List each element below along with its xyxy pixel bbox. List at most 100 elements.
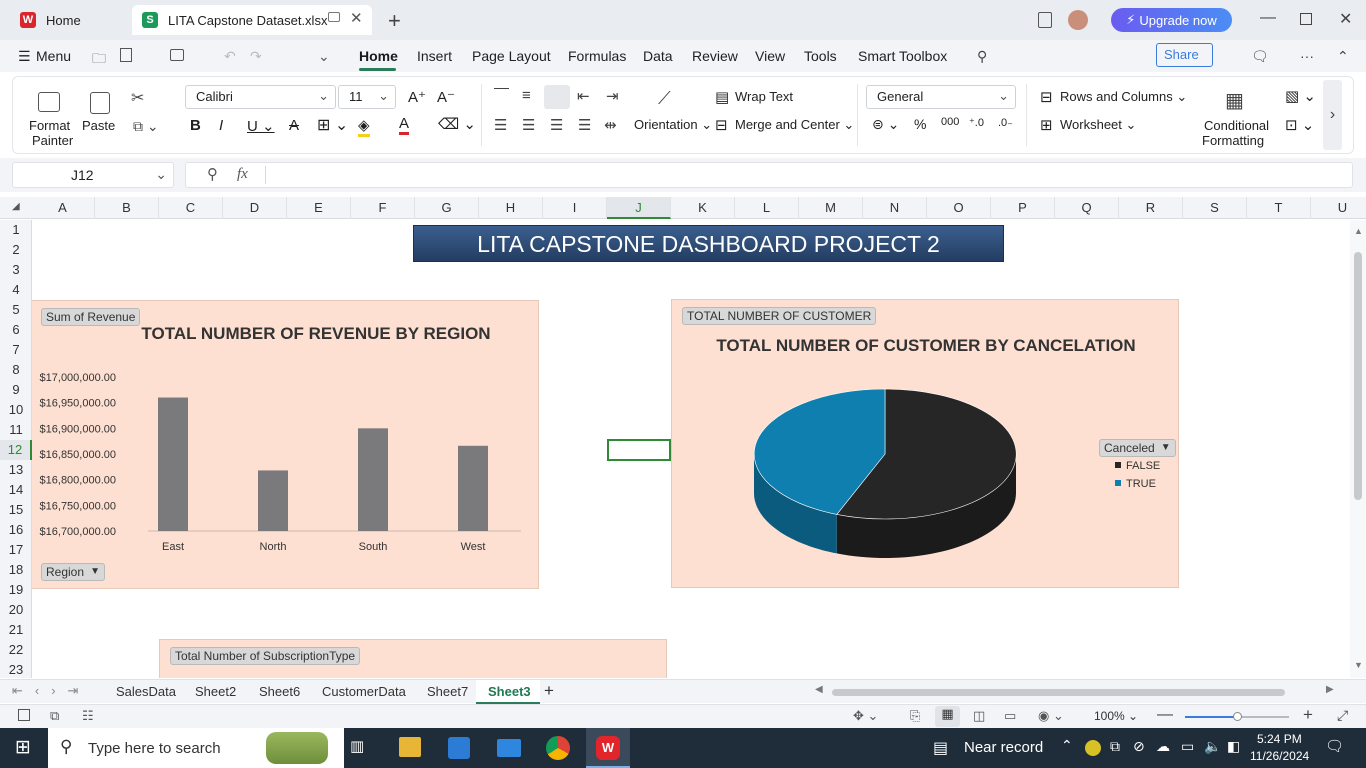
row-header-17[interactable]: 17 [0,540,32,560]
minimize-icon[interactable]: — [1260,9,1276,27]
menu-review[interactable]: Review [692,48,738,64]
collapse-ribbon-icon[interactable]: ⌃ [1337,48,1349,65]
wps-taskbar-button[interactable]: W [586,728,630,768]
task-view-icon[interactable]: ▥ [350,737,364,755]
column-header-b[interactable]: B [95,197,159,219]
select-all-icon[interactable]: ◢ [12,201,20,212]
more-chevron-icon[interactable]: ⌄ [318,48,330,65]
merge-icon[interactable]: ⊟ [715,116,728,134]
maximize-icon[interactable] [1300,13,1312,25]
row-header-2[interactable]: 2 [0,240,32,260]
redo-icon[interactable]: ↷ [250,48,262,65]
thousands-icon[interactable]: 000 [941,116,959,128]
print-icon[interactable] [170,49,184,61]
row-header-22[interactable]: 22 [0,640,32,660]
row-header-16[interactable]: 16 [0,520,32,540]
number-format-select[interactable]: General ⌄ [866,85,1016,109]
bold-icon[interactable]: B [190,117,201,134]
hamburger-icon[interactable]: ☰ [18,48,31,65]
notifications-icon[interactable]: 🗨 [1325,737,1344,755]
sheet-tab-sheet6[interactable]: Sheet6 [259,684,300,699]
column-header-h[interactable]: H [479,197,543,219]
zoom-out-icon[interactable]: — [1157,706,1173,724]
decrease-decimal-icon[interactable]: .0₋ [998,116,1013,129]
clock-date[interactable]: 11/26/2024 [1250,749,1309,763]
worksheet-icon[interactable]: ⊞ [1040,116,1053,134]
column-header-a[interactable]: A [31,197,95,219]
taskbar-search-box[interactable]: ⚲ Type here to search [48,728,344,768]
zoom-in-icon[interactable]: + [1303,705,1313,725]
decrease-indent-icon[interactable]: ⇤ [577,87,590,105]
row-header-18[interactable]: 18 [0,560,32,580]
tab-home[interactable]: W Home [10,5,128,35]
percent-icon[interactable]: % [914,116,926,132]
revenue-chart-panel[interactable]: Sum of Revenue TOTAL NUMBER OF REVENUE B… [32,300,539,589]
status-icon-3[interactable]: ☷ [82,708,94,724]
status-icon-1[interactable] [18,709,30,721]
close-window-icon[interactable]: ✕ [1339,9,1352,29]
news-icon[interactable]: ▤ [933,738,948,758]
subscription-type-button[interactable]: Total Number of SubscriptionType [170,647,361,665]
align-center-icon[interactable]: ☰ [522,116,535,134]
weather-text[interactable]: Near record [964,739,1043,756]
scroll-up-icon[interactable]: ▲ [1354,226,1363,236]
new-tab-icon[interactable]: + [388,8,401,34]
volume-icon[interactable]: 🔈 [1204,738,1221,755]
sheet-tab-sheet2[interactable]: Sheet2 [195,684,236,699]
column-header-o[interactable]: O [927,197,991,219]
normal-view-icon[interactable]: ▦ [935,706,960,727]
column-header-r[interactable]: R [1119,197,1183,219]
search-icon[interactable]: ⚲ [977,48,987,65]
column-header-u[interactable]: U [1311,197,1366,219]
row-header-23[interactable]: 23 [0,660,32,680]
align-bottom-icon[interactable] [544,85,570,109]
conditional-formatting-label-2[interactable]: Formatting [1202,133,1264,148]
justify-icon[interactable]: ☰ [578,116,591,134]
currency-icon[interactable]: ⊜ ⌄ [872,116,899,133]
menu-button[interactable]: Menu [36,48,71,64]
decrease-font-icon[interactable]: A⁻ [437,88,455,106]
column-header-c[interactable]: C [159,197,223,219]
paste-icon[interactable] [90,92,110,114]
region-field-button[interactable]: Region ▼ [41,563,106,581]
page-preview-icon[interactable]: ▭ [1004,708,1016,724]
wrap-text-button[interactable]: Wrap Text [735,89,793,104]
row-header-19[interactable]: 19 [0,580,32,600]
font-name-select[interactable]: Calibri ⌄ [185,85,336,109]
row-header-11[interactable]: 11 [0,420,32,440]
column-header-p[interactable]: P [991,197,1055,219]
sheet-tab-salesdata[interactable]: SalesData [116,684,176,699]
orientation-button[interactable]: Orientation ⌄ [634,117,712,133]
canceled-legend-button[interactable]: Canceled ▼ [1099,439,1176,457]
format-painter-label-2[interactable]: Painter [32,133,73,148]
menu-insert[interactable]: Insert [417,48,452,64]
conditional-formatting-label-1[interactable]: Conditional [1204,118,1269,133]
row-header-15[interactable]: 15 [0,500,32,520]
vertical-scrollbar[interactable]: ▲ ▼ [1350,220,1366,678]
zoom-slider-handle[interactable] [1233,712,1242,721]
column-header-d[interactable]: D [223,197,287,219]
row-header-4[interactable]: 4 [0,280,32,300]
column-header-i[interactable]: I [543,197,607,219]
orientation-icon[interactable]: ⟋ [658,88,671,109]
underline-icon[interactable]: U ⌄ [247,117,275,135]
tray-icon-2[interactable]: ⧉ [1110,738,1120,755]
function-icon[interactable]: fx [237,166,248,183]
scrollbar-thumb[interactable] [1354,252,1362,500]
chrome-icon[interactable] [546,736,570,760]
hscroll-right-icon[interactable]: ▶ [1326,684,1334,695]
menu-formulas[interactable]: Formulas [568,48,626,64]
rows-columns-icon[interactable]: ⊟ [1040,88,1053,106]
font-color-icon[interactable]: A [399,115,410,135]
column-header-e[interactable]: E [287,197,351,219]
column-header-l[interactable]: L [735,197,799,219]
network-icon[interactable]: ◧ [1227,738,1240,755]
wrap-text-icon[interactable]: ▤ [715,88,729,106]
menu-smart-toolbox[interactable]: Smart Toolbox [858,48,947,64]
menu-page-layout[interactable]: Page Layout [472,48,551,64]
cut-icon[interactable]: ✂ [131,88,144,108]
row-header-1[interactable]: 1 [0,220,32,240]
align-right-icon[interactable]: ☰ [550,116,563,134]
align-middle-icon[interactable]: ≡ [522,87,531,104]
column-header-k[interactable]: K [671,197,735,219]
